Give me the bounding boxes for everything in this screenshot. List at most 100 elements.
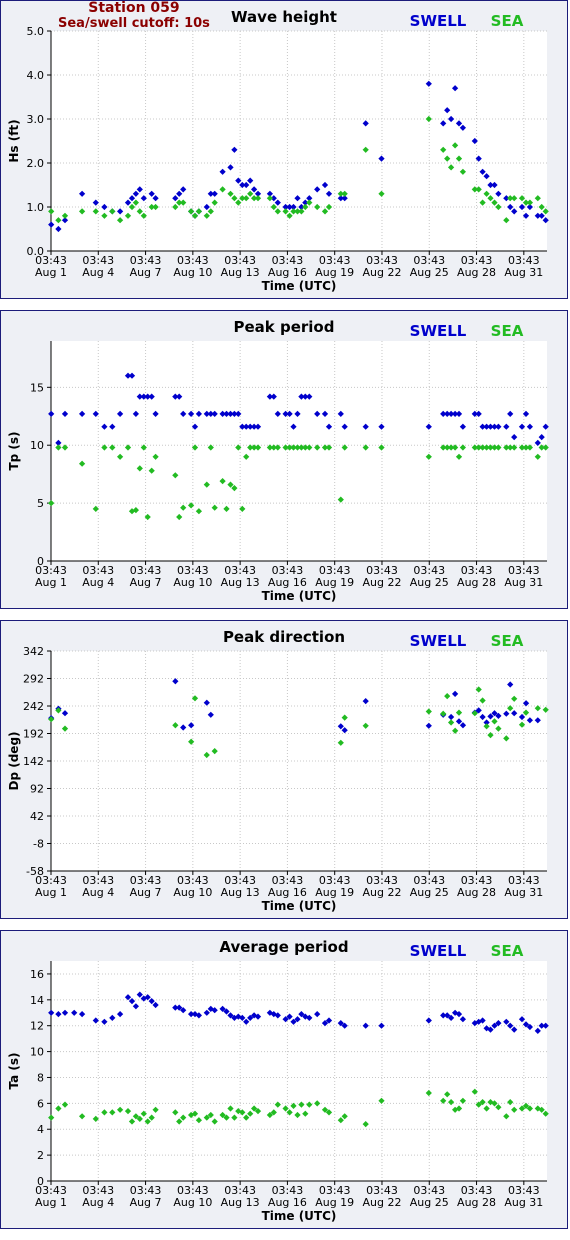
y-tick-label: 192: [23, 728, 44, 741]
x-tick-date: Aug 25: [410, 576, 449, 589]
chart-svg: 05101503:43Aug 103:43Aug 403:43Aug 703:4…: [7, 318, 549, 603]
x-tick-date: Aug 22: [362, 886, 401, 899]
x-tick-date: Aug 13: [221, 576, 260, 589]
x-tick-date: Aug 10: [173, 266, 212, 279]
x-tick-date: Aug 31: [504, 886, 543, 899]
x-tick-date: Aug 19: [315, 886, 354, 899]
y-tick-label: 15: [30, 381, 44, 394]
chart-title: Peak direction: [223, 628, 345, 646]
station-header: Station 059 Sea/swell cutoff: 10s: [58, 0, 210, 32]
y-tick-label: 10: [30, 439, 44, 452]
y-tick-label: 2.0: [27, 157, 45, 170]
cutoff-label: Sea/swell cutoff: 10s: [58, 16, 210, 31]
y-tick-label: 16: [30, 968, 44, 981]
x-tick-date: Aug 13: [221, 1196, 260, 1209]
x-tick-date: Aug 19: [315, 576, 354, 589]
chart-title: Wave height: [231, 8, 337, 26]
x-tick-date: Aug 16: [268, 266, 307, 279]
x-tick-date: Aug 10: [173, 1196, 212, 1209]
y-tick-label: 1.0: [27, 201, 45, 214]
x-tick-date: Aug 1: [35, 266, 67, 279]
x-axis-label: Time (UTC): [262, 1209, 337, 1223]
y-tick-label: 342: [23, 645, 44, 658]
y-tick-label: 12: [30, 1020, 44, 1033]
y-tick-label: 5.0: [27, 25, 45, 38]
legend-sea: SEA: [491, 322, 524, 340]
legend-swell: SWELL: [410, 322, 467, 340]
legend-swell: SWELL: [410, 942, 467, 960]
chart-svg: 024681012141603:43Aug 103:43Aug 403:43Au…: [7, 938, 549, 1223]
y-tick-label: 4: [37, 1123, 44, 1136]
x-tick-date: Aug 7: [130, 1196, 162, 1209]
x-tick-date: Aug 25: [410, 1196, 449, 1209]
x-tick-date: Aug 4: [82, 886, 114, 899]
legend-swell: SWELL: [410, 12, 467, 30]
x-tick-date: Aug 22: [362, 1196, 401, 1209]
chart-svg: -58-8429214219224229234203:43Aug 103:43A…: [7, 628, 549, 913]
y-tick-label: 142: [23, 755, 44, 768]
x-tick-date: Aug 1: [35, 1196, 67, 1209]
x-tick-date: Aug 28: [457, 266, 496, 279]
plot-area: [51, 961, 547, 1181]
y-tick-label: 10: [30, 1046, 44, 1059]
y-tick-label: 8: [37, 1071, 44, 1084]
y-tick-label: 14: [30, 994, 44, 1007]
x-tick-date: Aug 28: [457, 1196, 496, 1209]
y-axis-label: Hs (ft): [7, 119, 21, 162]
x-tick-date: Aug 16: [268, 576, 307, 589]
x-tick-date: Aug 13: [221, 266, 260, 279]
peak-period-panel: 0 5 10 15 03:43 Aug 1 03:43 Aug 4 03:43 Aug 7 03:4…: [0, 310, 568, 609]
x-axis-label: Time (UTC): [262, 589, 337, 603]
x-tick-date: Aug 31: [504, 1196, 543, 1209]
x-tick-date: Aug 10: [173, 576, 212, 589]
x-tick-date: Aug 1: [35, 886, 67, 899]
x-tick-date: Aug 16: [268, 1196, 307, 1209]
y-axis-label: Dp (deg): [7, 731, 21, 790]
station-name: Station 059: [88, 0, 180, 16]
y-tick-label: 5: [37, 497, 44, 510]
y-tick-label: 242: [23, 700, 44, 713]
y-tick-label: 42: [30, 810, 44, 823]
x-tick-date: Aug 25: [410, 886, 449, 899]
legend-sea: SEA: [491, 632, 524, 650]
x-tick-date: Aug 1: [35, 576, 67, 589]
y-tick-label: 6: [37, 1097, 44, 1110]
legend-sea: SEA: [491, 942, 524, 960]
x-tick-date: Aug 28: [457, 576, 496, 589]
chart-title: Peak period: [234, 318, 335, 336]
x-tick-date: Aug 19: [315, 1196, 354, 1209]
wave-height-panel: 0.0 1.0 2.0 3.0 4.0 5.0 03:43 Aug 1 03:43 Aug 4 03…: [0, 0, 568, 299]
x-tick-date: Aug 19: [315, 266, 354, 279]
y-tick-label: 2: [37, 1149, 44, 1162]
chart-svg: 0.01.02.03.04.05.003:43Aug 103:43Aug 403…: [7, 8, 549, 293]
plot-area: [51, 341, 547, 561]
x-tick-date: Aug 4: [82, 1196, 114, 1209]
x-tick-date: Aug 4: [82, 576, 114, 589]
legend-sea: SEA: [491, 12, 524, 30]
x-tick-date: Aug 25: [410, 266, 449, 279]
x-tick-date: Aug 22: [362, 266, 401, 279]
x-tick-date: Aug 31: [504, 266, 543, 279]
x-tick-date: Aug 22: [362, 576, 401, 589]
x-tick-date: Aug 7: [130, 266, 162, 279]
average-period-panel: 0 2 4 6 8 10 12 14 16 03:43 Aug 1 03:43 Aug 4 03:43 Au…: [0, 930, 568, 1229]
peak-direction-panel: -58 -8 42 92 142 192 242 292 342 03:43 Aug 1 03:43 A…: [0, 620, 568, 919]
y-tick-label: 4.0: [27, 69, 45, 82]
plot-area: [51, 651, 547, 871]
x-tick-date: Aug 13: [221, 886, 260, 899]
x-tick-date: Aug 28: [457, 886, 496, 899]
x-tick-date: Aug 16: [268, 886, 307, 899]
y-axis-label: Tp (s): [7, 431, 21, 470]
x-tick-date: Aug 7: [130, 576, 162, 589]
y-tick-label: -8: [33, 838, 44, 851]
x-axis-label: Time (UTC): [262, 899, 337, 913]
x-tick-date: Aug 31: [504, 576, 543, 589]
x-tick-date: Aug 10: [173, 886, 212, 899]
y-axis-label: Ta (s): [7, 1052, 21, 1089]
x-tick-date: Aug 7: [130, 886, 162, 899]
y-tick-label: 92: [30, 783, 44, 796]
chart-title: Average period: [219, 938, 348, 956]
x-tick-date: Aug 4: [82, 266, 114, 279]
y-tick-label: 292: [23, 673, 44, 686]
legend-swell: SWELL: [410, 632, 467, 650]
